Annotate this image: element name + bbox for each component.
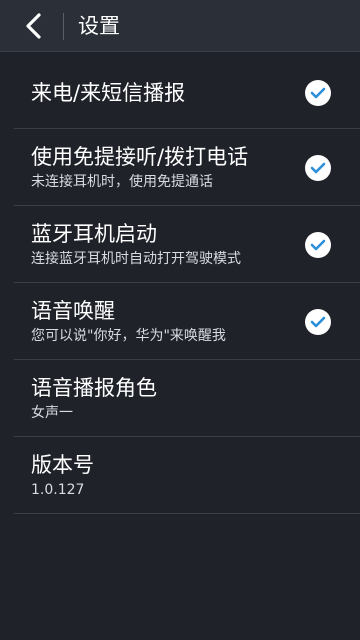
back-button[interactable] [16,8,52,44]
setting-row-voice-wakeup[interactable]: 语音唤醒 您可以说"你好，华为"来唤醒我 [0,283,360,360]
chevron-left-icon [26,13,41,39]
title-divider [63,13,64,40]
checkmark-icon [310,162,326,174]
checkmark-icon [310,87,326,99]
setting-title: 语音唤醒 [31,299,115,323]
setting-subtitle: 连接蓝牙耳机时自动打开驾驶模式 [31,251,241,267]
checkmark-icon [310,239,326,251]
setting-subtitle: 女声一 [31,405,73,421]
setting-checkbox[interactable] [305,155,331,181]
setting-row-version: 版本号 1.0.127 [0,437,360,514]
setting-row-bluetooth-headset[interactable]: 蓝牙耳机启动 连接蓝牙耳机时自动打开驾驶模式 [0,206,360,283]
setting-row-handsfree[interactable]: 使用免提接听/拨打电话 未连接耳机时，使用免提通话 [0,129,360,206]
setting-row-call-sms-broadcast[interactable]: 来电/来短信播报 [0,52,360,129]
setting-subtitle: 未连接耳机时，使用免提通话 [31,174,213,190]
setting-row-voice-role[interactable]: 语音播报角色 女声一 [0,360,360,437]
settings-list: 来电/来短信播报 使用免提接听/拨打电话 未连接耳机时，使用免提通话 蓝牙耳机启… [0,52,360,514]
setting-title: 使用免提接听/拨打电话 [31,145,249,169]
checkmark-icon [310,316,326,328]
version-value: 1.0.127 [31,482,85,498]
setting-checkbox[interactable] [305,309,331,335]
row-divider [14,513,360,514]
setting-checkbox[interactable] [305,80,331,106]
setting-title: 蓝牙耳机启动 [31,222,157,246]
page-title: 设置 [78,14,120,38]
setting-title: 来电/来短信播报 [31,81,186,105]
setting-title: 版本号 [31,453,94,477]
title-bar: 设置 [0,0,360,52]
setting-subtitle: 您可以说"你好，华为"来唤醒我 [31,328,226,344]
setting-title: 语音播报角色 [31,376,157,400]
setting-checkbox[interactable] [305,232,331,258]
